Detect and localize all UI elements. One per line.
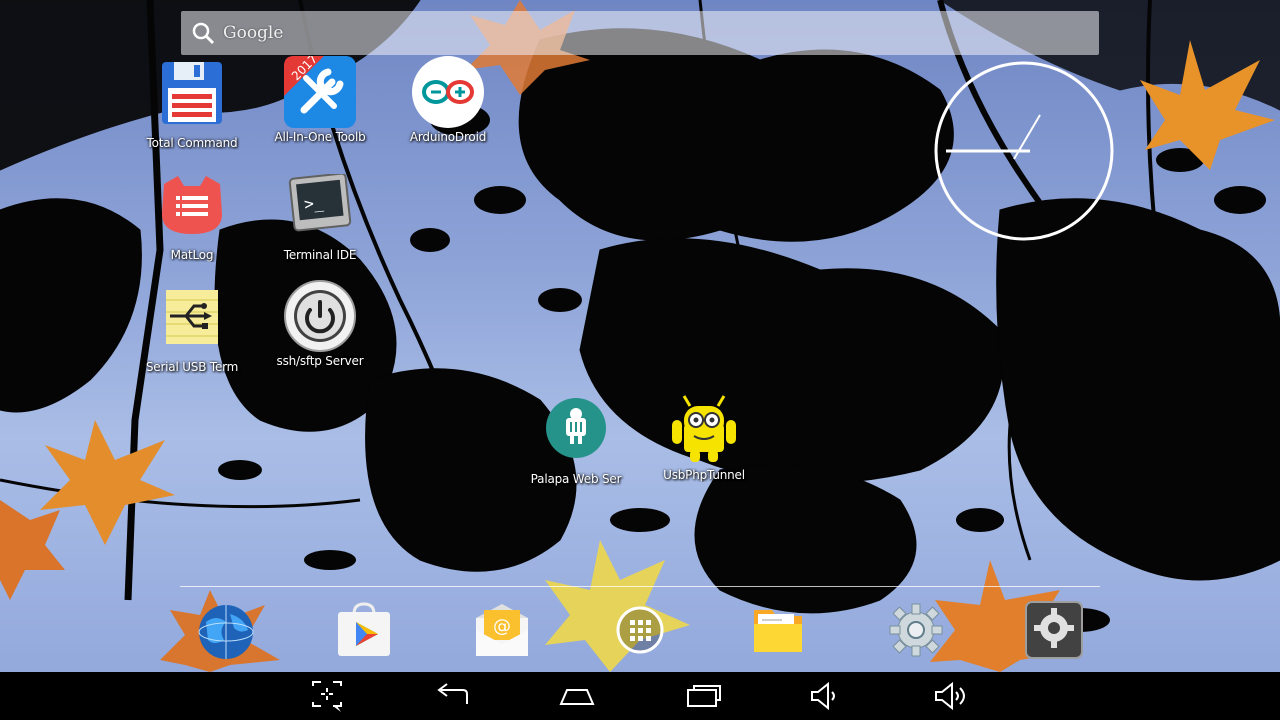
back-icon[interactable] — [433, 680, 473, 712]
toolbox-2017-icon: 2017 — [284, 52, 356, 128]
floppy-disk-icon — [160, 62, 224, 126]
volume-down-icon[interactable] — [806, 680, 846, 712]
volume-up-icon[interactable] — [932, 680, 972, 712]
app-all-in-one-toolbox[interactable]: 2017 All-In-One Toolb — [262, 52, 378, 166]
app-ssh-sftp-server[interactable]: ssh/sftp Server — [262, 280, 378, 390]
app-label: Palapa Web Ser — [530, 472, 622, 486]
app-matlog[interactable]: MatLog — [134, 174, 250, 284]
search-icon — [191, 21, 215, 49]
app-palapa-web-server[interactable]: Palapa Web Ser — [518, 398, 634, 508]
play-store-icon[interactable] — [334, 600, 394, 660]
app-label: MatLog — [170, 248, 214, 262]
home-icon[interactable] — [557, 680, 597, 712]
browser-globe-icon[interactable] — [196, 600, 256, 660]
dock-divider — [180, 586, 1100, 587]
email-icon[interactable]: @ — [472, 600, 532, 660]
svg-text:@: @ — [493, 616, 511, 637]
power-icon — [284, 280, 356, 352]
app-usbphptunnel[interactable]: UsbPhpTunnel — [646, 394, 762, 504]
arduino-icon — [412, 56, 484, 128]
app-label: ArduinoDroid — [409, 130, 487, 144]
navigation-bar — [0, 672, 1280, 720]
system-settings-icon[interactable] — [1024, 600, 1084, 660]
app-total-commander[interactable]: Total Command — [134, 62, 250, 172]
usb-serial-icon — [160, 286, 224, 350]
app-label: Serial USB Term — [145, 360, 239, 374]
search-label: Google — [223, 23, 284, 43]
app-label: Terminal IDE — [283, 248, 357, 262]
android-robot-icon — [670, 394, 738, 462]
google-search-bar[interactable]: Google — [181, 11, 1099, 55]
settings-gear-icon[interactable] — [886, 600, 946, 660]
app-label: All-In-One Toolb — [274, 130, 366, 144]
app-label: ssh/sftp Server — [276, 354, 364, 368]
cat-log-icon — [160, 174, 224, 238]
screenshot-icon[interactable] — [307, 680, 347, 712]
file-manager-icon[interactable] — [748, 600, 808, 660]
app-serial-usb-terminal[interactable]: Serial USB Term — [134, 286, 250, 396]
app-arduinodroid[interactable]: ArduinoDroid — [390, 56, 506, 166]
analog-clock-icon[interactable] — [934, 61, 1114, 241]
app-label: Total Command — [146, 136, 238, 150]
terminal-glyph: >_ — [303, 193, 325, 214]
recents-icon[interactable] — [684, 680, 724, 712]
app-terminal-ide[interactable]: >_ Terminal IDE — [262, 172, 378, 284]
app-drawer-icon[interactable] — [610, 600, 670, 660]
android-server-icon — [544, 398, 608, 462]
terminal-icon: >_ — [288, 172, 352, 238]
app-label: UsbPhpTunnel — [663, 468, 745, 482]
